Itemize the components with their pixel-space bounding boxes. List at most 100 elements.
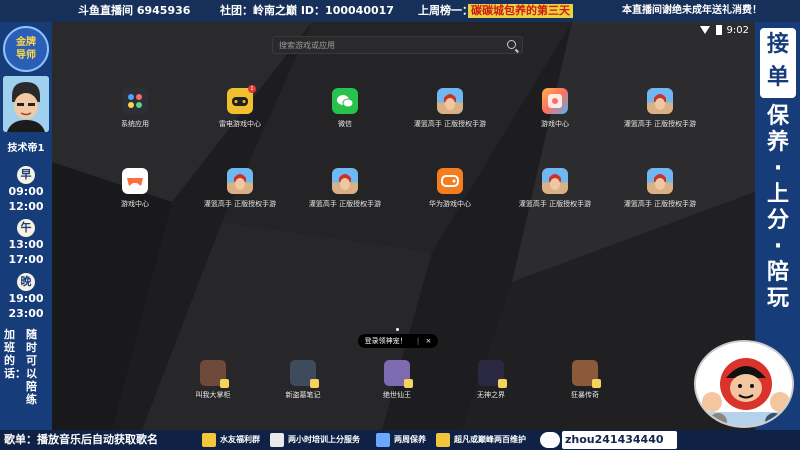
app-label: 灌篮高手 正版授权手游 xyxy=(623,200,697,208)
overtime-right-text: 随时可以陪练 xyxy=(26,328,37,406)
app-huawei-game-center[interactable]: 华为游戏中心 xyxy=(405,168,495,216)
huawei-game-center-icon xyxy=(437,168,463,194)
app-label: 灌篮高手 正版授权手游 xyxy=(623,120,697,128)
manager-game-icon xyxy=(200,360,229,388)
shift-end: 12:00 xyxy=(8,200,44,213)
left-schedule-panel: 金牌导师 技术帝1 早 09:00 12:00 午 13:00 17:00 晚 xyxy=(0,22,52,430)
toast-text: 登录领神宠！ xyxy=(364,337,407,345)
flag-icon xyxy=(202,433,216,447)
shift-end: 17:00 xyxy=(8,253,44,266)
dock-app-label: 狂暴传奇 xyxy=(571,391,599,399)
bottom-item: 超凡或巅峰两百维护 xyxy=(454,435,526,444)
app-label: 游戏中心 xyxy=(541,120,569,128)
service-char: · xyxy=(773,156,783,181)
stream-overlay: 斗鱼直播间 6945936 社团：岭南之巅 ID：100040017 上周榜一：… xyxy=(0,0,800,450)
shift-start: 09:00 xyxy=(8,185,44,198)
app-slam-dunk[interactable]: 灌篮高手 正版授权手游 xyxy=(510,168,600,216)
wechat-id: zhou241434440 xyxy=(562,431,677,449)
app-label: 华为游戏中心 xyxy=(429,200,471,208)
room-number: 斗鱼直播间 6945936 xyxy=(78,4,191,17)
service-char: 保 xyxy=(766,104,789,129)
shift-morning: 早 09:00 12:00 xyxy=(2,163,50,214)
game-center-icon xyxy=(542,88,568,114)
service-char: · xyxy=(773,234,783,259)
service-char: 养 xyxy=(766,130,789,155)
slam-dunk-icon xyxy=(647,168,673,194)
badge-label: 金牌导师 xyxy=(16,37,36,61)
status-time: 9:02 xyxy=(726,25,749,36)
app-slam-dunk[interactable]: 灌篮高手 正版授权手游 xyxy=(195,168,285,216)
dock-app[interactable]: 新盗墓笔记 xyxy=(268,360,338,408)
streamer-avatar xyxy=(3,76,49,132)
last-week-name: 碳碳城包养的第三天 xyxy=(468,4,573,18)
training-icon xyxy=(270,433,284,447)
slam-dunk-icon xyxy=(227,168,253,194)
accept-orders-sign: 接 单 xyxy=(760,28,796,98)
app-slam-dunk[interactable]: 灌篮高手 正版授权手游 xyxy=(405,88,495,136)
gold-mentor-badge: 金牌导师 xyxy=(3,26,49,72)
app-slam-dunk[interactable]: 灌篮高手 正版授权手游 xyxy=(300,168,390,216)
trophy-icon xyxy=(436,433,450,447)
accept-char-2: 单 xyxy=(766,65,789,90)
dock-app[interactable]: 叫我大掌柜 xyxy=(178,360,248,408)
android-emulator-screen[interactable]: 9:02 系统应用 1 雷电游戏中心 微信 xyxy=(52,22,755,430)
search-input[interactable] xyxy=(279,38,499,52)
slam-dunk-mascot-logo xyxy=(694,340,794,428)
wifi-icon xyxy=(699,26,710,34)
tomb-notes-icon xyxy=(290,360,319,388)
shift-label: 晚 xyxy=(17,273,35,291)
bottom-item: 两周保养 xyxy=(394,435,426,444)
app-label: 游戏中心 xyxy=(121,200,149,208)
shift-end: 23:00 xyxy=(8,307,44,320)
shift-evening: 晚 19:00 23:00 xyxy=(2,270,50,321)
dock-app[interactable]: 狂暴传奇 xyxy=(550,360,620,408)
minor-notice: 本直播间谢绝未成年送礼消费！ xyxy=(622,5,762,16)
last-week-label: 上周榜一： xyxy=(418,4,473,17)
status-bar: 9:02 xyxy=(699,24,749,38)
app-system-apps[interactable]: 系统应用 xyxy=(90,88,180,136)
wechat-icon xyxy=(540,432,560,448)
shift-start: 19:00 xyxy=(8,292,44,305)
battery-icon xyxy=(715,25,722,35)
system-apps-icon xyxy=(122,88,148,114)
dock-app[interactable]: 无神之界 xyxy=(456,360,526,408)
shift-label: 午 xyxy=(17,219,35,237)
slam-dunk-icon xyxy=(542,168,568,194)
service-char: 玩 xyxy=(766,286,789,311)
search-icon[interactable] xyxy=(507,40,516,49)
slam-dunk-icon xyxy=(647,88,673,114)
bottom-item: 两小时培训上分服务 xyxy=(288,435,360,444)
bottom-info-bar: 歌单：播放音乐后自动获取歌名 水友福利群 两小时培训上分服务 两周保养 超凡或巅… xyxy=(0,430,800,450)
shift-start: 13:00 xyxy=(8,238,44,251)
app-label: 灌篮高手 正版授权手游 xyxy=(308,200,382,208)
app-game-center-2[interactable]: 游戏中心 xyxy=(90,168,180,216)
toast-close-button[interactable]: × xyxy=(425,337,431,345)
services-list: 保 养 · 上 分 · 陪 玩 xyxy=(759,104,797,312)
app-slam-dunk[interactable]: 灌篮高手 正版授权手游 xyxy=(615,168,705,216)
rocket-icon xyxy=(376,433,390,447)
overtime-left-text: 加班的话： xyxy=(4,328,26,380)
app-label: 灌篮高手 正版授权手游 xyxy=(203,200,277,208)
app-label: 雷电游戏中心 xyxy=(219,120,261,128)
godless-realm-icon xyxy=(478,360,507,388)
accept-char-1: 接 xyxy=(766,32,789,57)
gamepad-icon xyxy=(122,168,148,194)
bottom-item: 水友福利群 xyxy=(220,435,260,444)
app-wechat[interactable]: 微信 xyxy=(300,88,390,136)
app-slam-dunk[interactable]: 灌篮高手 正版授权手游 xyxy=(615,88,705,136)
app-search-bar[interactable] xyxy=(272,36,523,54)
shift-noon: 午 13:00 17:00 xyxy=(2,216,50,267)
notification-badge: 1 xyxy=(248,85,256,93)
dock-app[interactable]: 绝世仙王 xyxy=(362,360,432,408)
wechat-icon xyxy=(332,88,358,114)
app-game-center[interactable]: 游戏中心 xyxy=(510,88,600,136)
service-char: 陪 xyxy=(766,260,789,285)
rampage-legend-icon xyxy=(572,360,601,388)
page-indicator xyxy=(396,328,399,331)
app-label: 灌篮高手 正版授权手游 xyxy=(413,120,487,128)
app-thunder-game-center[interactable]: 1 雷电游戏中心 xyxy=(195,85,285,136)
thunder-game-center-icon: 1 xyxy=(227,85,256,114)
login-promo-toast[interactable]: 登录领神宠！ | × xyxy=(358,334,438,348)
app-label: 微信 xyxy=(338,120,352,128)
app-label: 灌篮高手 正版授权手游 xyxy=(518,200,592,208)
